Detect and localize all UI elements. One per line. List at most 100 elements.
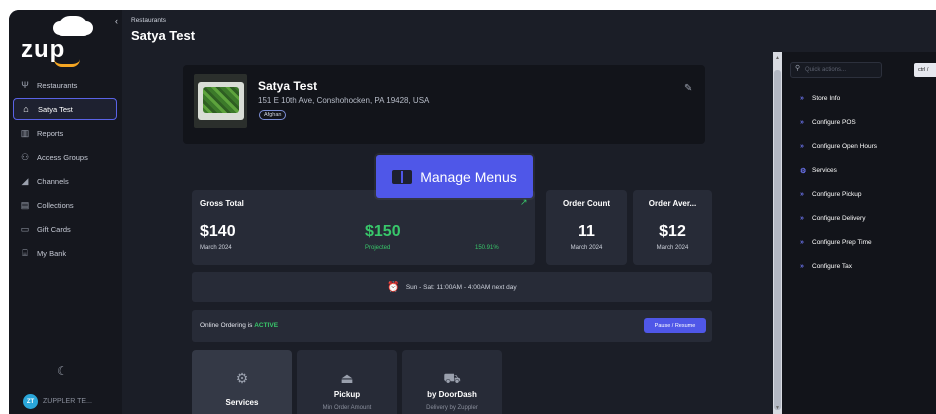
sidebar-item-label: Collections xyxy=(37,200,74,210)
avatar: ZT xyxy=(23,394,38,409)
sidebar-item-label: Access Groups xyxy=(37,152,88,162)
store-image xyxy=(194,74,247,128)
sidebar-item-gift-cards[interactable]: ▭ Gift Cards xyxy=(13,218,117,240)
order-count-period: March 2024 xyxy=(570,245,603,251)
quick-action-configure-pos[interactable]: » Configure POS xyxy=(800,119,877,143)
quick-action-configure-delivery[interactable]: » Configure Delivery xyxy=(800,215,877,239)
quick-action-store-info[interactable]: » Store Info xyxy=(800,95,877,119)
service-sub: Delivery by Zuppler xyxy=(426,405,478,411)
chart-icon: ▥ xyxy=(20,127,30,138)
satellite-icon: ◢ xyxy=(21,175,29,186)
page-title: Satya Test xyxy=(131,28,196,43)
order-average-label: Order Aver... xyxy=(648,199,697,208)
cloche-icon: ⏏ xyxy=(340,370,354,386)
truck-icon: ⛟ xyxy=(443,370,461,386)
online-ordering-text: Online Ordering is ACTIVE xyxy=(200,322,279,329)
gross-total-value: $140 xyxy=(200,223,236,240)
pause-resume-button[interactable]: Pause / Resume xyxy=(644,318,706,333)
open-hours-text: Sun - Sat: 11:00AM - 4:00AM next day xyxy=(405,283,517,291)
sidebar-item-my-bank[interactable]: ⌸ My Bank xyxy=(13,242,117,264)
online-ordering-bar: Online Ordering is ACTIVE Pause / Resume xyxy=(192,310,712,342)
sidebar-item-access-groups[interactable]: ⚇ Access Groups xyxy=(13,146,117,168)
order-count-value: 11 xyxy=(578,223,595,240)
app-window: zup ‹ Ψ Restaurants ⌂ Satya Test ▥ Repor… xyxy=(9,10,936,414)
chef-hat-icon xyxy=(53,16,93,36)
store-name: Satya Test xyxy=(258,79,318,93)
service-label: Pickup xyxy=(333,390,361,399)
gross-total-card: Gross Total $140 March 2024 $150 Project… xyxy=(192,190,535,265)
home-icon: ⌂ xyxy=(23,104,29,114)
doordash-tile[interactable]: ⛟ by DoorDash Delivery by Zuppler xyxy=(402,350,502,414)
service-label: Services xyxy=(225,398,259,407)
manage-menus-button[interactable]: Manage Menus xyxy=(376,155,533,198)
chevron-left-icon[interactable]: ‹ xyxy=(115,16,118,26)
alarm-clock-icon: ⏰ xyxy=(387,281,400,293)
moon-icon[interactable]: ☾ xyxy=(57,364,68,378)
quick-action-configure-tax[interactable]: » Configure Tax xyxy=(800,263,877,287)
sidebar-item-label: Reports xyxy=(37,128,64,138)
collection-icon: ▤ xyxy=(20,199,30,210)
quick-actions-list: » Store Info » Configure POS » Configure Op… xyxy=(800,95,877,287)
services-tile[interactable]: ⚙ Services xyxy=(192,350,292,414)
gross-total-period: March 2024 xyxy=(200,245,232,251)
services-icon: ⚙ xyxy=(800,168,807,175)
sidebar-item-label: Channels xyxy=(37,176,69,186)
sidebar-item-label: Satya Test xyxy=(38,104,73,114)
sidebar-item-satya-test[interactable]: ⌂ Satya Test xyxy=(13,98,117,120)
cuisine-badge: Afghan xyxy=(259,110,287,120)
scroll-down-icon[interactable]: ▼ xyxy=(775,405,780,411)
bank-icon: ⌸ xyxy=(22,247,28,258)
ordering-status: ACTIVE xyxy=(254,322,279,329)
book-icon xyxy=(392,169,413,184)
sidebar-item-channels[interactable]: ◢ Channels xyxy=(13,170,117,192)
quick-action-services[interactable]: ⚙ Services xyxy=(800,167,877,191)
pencil-icon[interactable]: ✎ xyxy=(684,83,692,94)
store-card: Satya Test 151 E 10th Ave, Conshohocken,… xyxy=(183,65,705,144)
users-icon: ⚇ xyxy=(20,151,30,162)
keyboard-shortcut-badge: ctrl / xyxy=(914,63,936,77)
sidebar-nav: Ψ Restaurants ⌂ Satya Test ▥ Reports ⚇ A… xyxy=(13,74,117,266)
main-scrollbar[interactable]: ▲ ▼ xyxy=(773,52,782,414)
pickup-tile[interactable]: ⏏ Pickup Min Order Amount xyxy=(297,350,397,414)
double-chevron-icon: » xyxy=(800,239,804,246)
order-count-label: Order Count xyxy=(562,199,611,208)
open-hours-bar[interactable]: ⏰ Sun - Sat: 11:00AM - 4:00AM next day xyxy=(192,272,712,302)
fork-knife-icon: Ψ xyxy=(21,80,29,90)
user-name: ZUPPLER TE... xyxy=(43,398,92,405)
zuppler-logo[interactable]: zup xyxy=(21,16,107,70)
breadcrumb[interactable]: Restaurants xyxy=(131,17,166,24)
gross-total-label: Gross Total xyxy=(200,199,244,208)
gears-icon: ⚙ xyxy=(235,370,249,386)
service-sub: Min Order Amount xyxy=(322,405,372,411)
projected-label: Projected xyxy=(365,245,391,251)
scroll-thumb[interactable] xyxy=(774,70,781,410)
quick-action-configure-prep-time[interactable]: » Configure Prep Time xyxy=(800,239,877,263)
order-average-period: March 2024 xyxy=(656,245,689,251)
double-chevron-icon: » xyxy=(800,215,804,222)
order-average-card: Order Aver... $12 March 2024 xyxy=(633,190,712,265)
quick-action-configure-pickup[interactable]: » Configure Pickup xyxy=(800,191,877,215)
manage-menus-label: Manage Menus xyxy=(420,168,517,185)
sidebar-item-reports[interactable]: ▥ Reports xyxy=(13,122,117,144)
main-content: Satya Test 151 E 10th Ave, Conshohocken,… xyxy=(122,52,772,414)
quick-actions-search-input[interactable]: Quick actions... xyxy=(790,62,882,78)
projected-value: $150 xyxy=(365,223,401,240)
double-chevron-icon: » xyxy=(800,191,804,198)
sidebar-item-collections[interactable]: ▤ Collections xyxy=(13,194,117,216)
double-chevron-icon: » xyxy=(800,143,804,150)
sidebar-item-label: My Bank xyxy=(37,248,67,258)
double-chevron-icon: » xyxy=(800,263,804,270)
quick-actions-panel: Quick actions... ⚲ ctrl / » Store Info » C… xyxy=(782,52,936,414)
scroll-up-icon[interactable]: ▲ xyxy=(775,55,780,61)
double-chevron-icon: » xyxy=(800,119,804,126)
sidebar-item-restaurants[interactable]: Ψ Restaurants xyxy=(13,74,117,96)
quick-action-configure-open-hours[interactable]: » Configure Open Hours xyxy=(800,143,877,167)
sidebar: zup ‹ Ψ Restaurants ⌂ Satya Test ▥ Repor… xyxy=(9,10,122,414)
user-menu[interactable]: ZT ZUPPLER TE... xyxy=(23,394,92,409)
card-icon: ▭ xyxy=(20,223,30,234)
search-icon: ⚲ xyxy=(795,65,801,72)
sidebar-item-label: Restaurants xyxy=(37,80,78,90)
store-address: 151 E 10th Ave, Conshohocken, PA 19428, … xyxy=(258,96,430,105)
sidebar-item-label: Gift Cards xyxy=(37,224,71,234)
trend-up-icon: ↗ xyxy=(520,197,528,207)
